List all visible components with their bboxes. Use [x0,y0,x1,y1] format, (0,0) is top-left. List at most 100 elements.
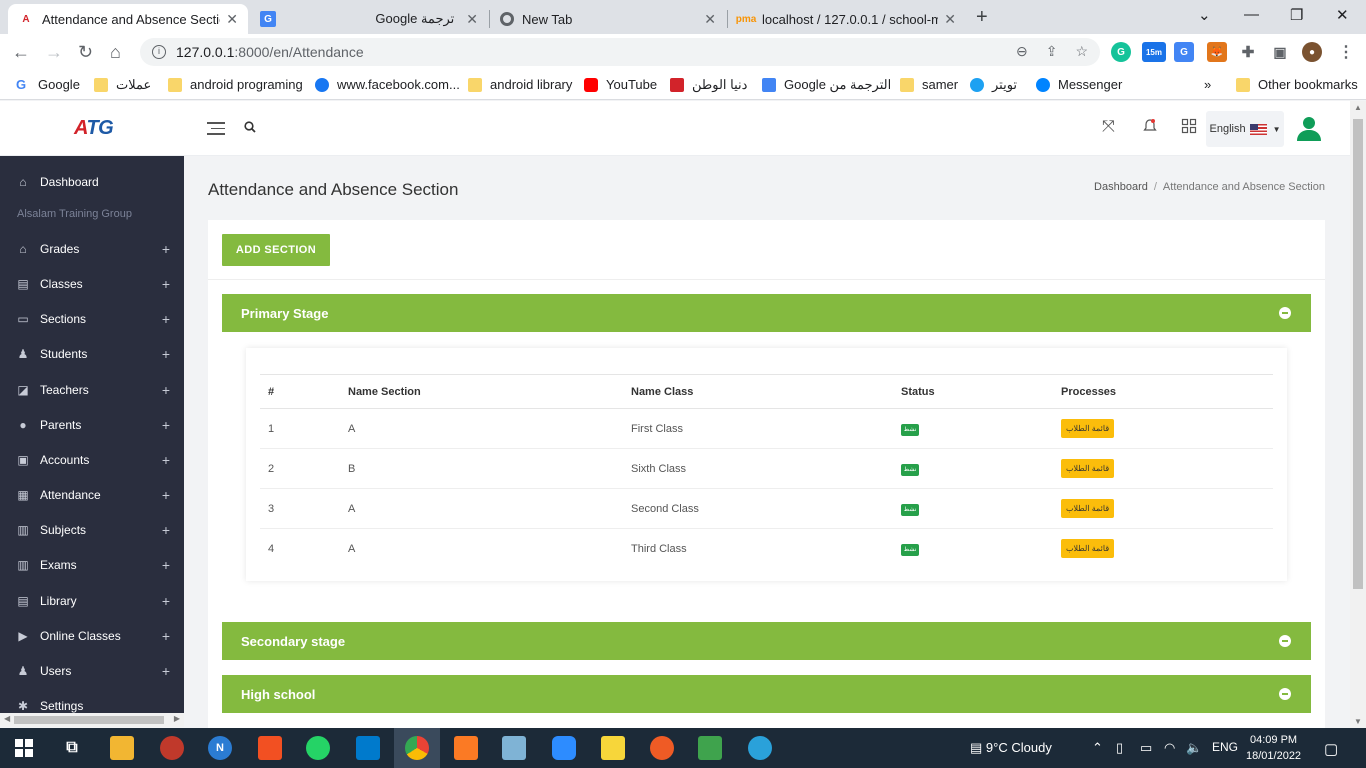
app-n-icon[interactable]: N [208,736,232,760]
xampp-icon[interactable] [454,736,478,760]
sidebar-item-sections[interactable]: ▭ Sections + [0,305,184,333]
students-list-button[interactable]: قائمة الطلاب [1061,459,1115,478]
bookmark-android-library[interactable]: android library [468,77,572,92]
scroll-right-icon[interactable]: ▶ [174,714,180,723]
expand-plus-icon[interactable]: + [162,276,170,292]
students-list-button[interactable]: قائمة الطلاب [1061,539,1115,559]
sidebar-item-students[interactable]: ♟ Students + [0,340,184,368]
expand-plus-icon[interactable]: + [162,311,170,327]
sidebar-item-dashboard[interactable]: ⌂ Dashboard [0,168,184,196]
browser-tab-newtab[interactable]: New Tab ✕ [490,4,726,34]
sidebar-item-exams[interactable]: ▥ Exams + [0,551,184,579]
task-view-icon[interactable]: ⧉ [60,736,84,760]
close-tab-icon[interactable]: ✕ [944,11,956,28]
translate-extension-icon[interactable]: G [1174,42,1194,62]
profile-avatar[interactable]: ● [1302,42,1322,62]
scroll-up-icon[interactable]: ▲ [1354,103,1362,112]
back-icon[interactable]: ← [12,42,30,63]
zoom-app-icon[interactable] [552,736,576,760]
tray-chevron-icon[interactable]: ⌃ [1092,740,1103,756]
tab-search-chevron-icon[interactable]: ⌄ [1198,6,1211,24]
close-tab-icon[interactable]: ✕ [704,11,716,28]
bell-icon[interactable] [1142,118,1158,139]
bookmark-currencies[interactable]: عملات [94,77,151,93]
windows-start-icon[interactable] [12,736,36,760]
forward-icon[interactable]: → [45,42,63,63]
language-dropdown[interactable]: English ▼ [1206,111,1284,147]
sidebar-item-settings[interactable]: ✱ Settings [0,692,184,713]
expand-plus-icon[interactable]: + [162,663,170,679]
collapse-minus-icon[interactable] [1279,635,1291,647]
telegram-icon[interactable] [748,736,772,760]
volume-icon[interactable]: 🔈 [1186,740,1202,756]
sidebar-item-classes[interactable]: ▤ Classes + [0,270,184,298]
tray-device-icon[interactable]: ▯ [1116,740,1123,756]
system-clock[interactable]: 04:09 PM 18/01/2022 [1246,732,1301,764]
new-tab-icon[interactable]: + [976,6,988,29]
expand-plus-icon[interactable]: + [162,452,170,468]
collapse-minus-icon[interactable] [1279,688,1291,700]
metamask-icon[interactable]: 🦊 [1207,42,1227,62]
postman-icon[interactable] [650,736,674,760]
reload-icon[interactable]: ↻ [78,42,93,63]
expand-plus-icon[interactable]: + [162,557,170,573]
timer-extension-icon[interactable]: 15m [1142,42,1166,62]
expand-plus-icon[interactable]: + [162,593,170,609]
sidebar-item-grades[interactable]: ⌂ Grades + [0,235,184,263]
weather-widget[interactable]: ▤ 9°C Cloudy [970,740,1052,756]
students-list-button[interactable]: قائمة الطلاب [1061,499,1115,518]
home-icon[interactable]: ⌂ [110,42,121,63]
atg-logo[interactable]: ATG [74,117,114,140]
chrome-taskbar-icon[interactable] [405,736,429,760]
sidebar-horizontal-scrollbar[interactable]: ◀ ▶ [0,713,184,727]
expand-plus-icon[interactable]: + [162,241,170,257]
breadcrumb-dashboard-link[interactable]: Dashboard [1094,181,1148,193]
browser-tab-translate[interactable]: G Google ترجمة ✕ [250,4,488,34]
expand-plus-icon[interactable]: + [162,522,170,538]
extensions-puzzle-icon[interactable]: ✚ [1238,42,1258,62]
input-language[interactable]: ENG [1212,740,1238,754]
sidebar-item-teachers[interactable]: ◪ Teachers + [0,376,184,404]
sidebar-item-parents[interactable]: ● Parents + [0,411,184,439]
bookmark-messenger[interactable]: Messenger [1036,77,1122,92]
accordion-secondary-stage[interactable]: Secondary stage [222,622,1311,660]
page-vertical-scrollbar[interactable]: ▲ ▼ [1350,101,1366,728]
scrollbar-thumb[interactable] [1353,119,1363,589]
sidebar-item-users[interactable]: ♟ Users + [0,657,184,685]
file-explorer-icon[interactable] [110,736,134,760]
apps-grid-icon[interactable] [1181,118,1197,139]
battery-icon[interactable]: ▭ [1140,740,1152,756]
expand-plus-icon[interactable]: + [162,487,170,503]
sidebar-item-attendance[interactable]: ▦ Attendance + [0,481,184,509]
add-section-button[interactable]: ADD SECTION [222,234,330,266]
address-bar[interactable]: i 127.0.0.1:8000/en/Attendance ⊖ ⇪ ☆ [140,38,1100,66]
close-window-icon[interactable]: ✕ [1336,6,1349,24]
scroll-left-icon[interactable]: ◀ [4,714,10,723]
bookmark-other[interactable]: Other bookmarks [1236,77,1358,92]
paint-icon[interactable] [160,736,184,760]
maximize-icon[interactable]: ❐ [1290,6,1303,24]
bookmark-google[interactable]: G Google [16,77,80,92]
bookmark-youtube[interactable]: YouTube [584,77,657,92]
close-tab-icon[interactable]: ✕ [466,11,478,28]
students-list-button[interactable]: قائمة الطلاب [1061,419,1115,438]
search-icon[interactable] [244,120,256,136]
menu-toggle-icon[interactable] [207,122,225,139]
browser-tab-phpmyadmin[interactable]: pma localhost / 127.0.0.1 / school-ma ✕ [728,4,966,34]
accordion-primary-stage[interactable]: Primary Stage [222,294,1311,332]
store-icon[interactable] [258,736,282,760]
zoom-icon[interactable]: ⊖ [1016,43,1028,60]
close-tab-icon[interactable]: ✕ [226,11,238,28]
expand-plus-icon[interactable]: + [162,628,170,644]
bookmark-donia-alwatan[interactable]: دنيا الوطن [670,77,747,93]
chrome-menu-icon[interactable]: ⋮ [1336,42,1356,62]
fullscreen-icon[interactable]: ⤧ [1102,118,1115,136]
sidebar-item-online-classes[interactable]: ▶ Online Classes + [0,622,184,650]
wifi-icon[interactable]: ◠ [1164,740,1175,756]
bookmark-star-icon[interactable]: ☆ [1075,43,1088,60]
notepad-icon[interactable] [502,736,526,760]
expand-plus-icon[interactable]: + [162,382,170,398]
accordion-high-school[interactable]: High school [222,675,1311,713]
side-panel-icon[interactable]: ▣ [1270,42,1290,62]
sidebar-item-library[interactable]: ▤ Library + [0,587,184,615]
